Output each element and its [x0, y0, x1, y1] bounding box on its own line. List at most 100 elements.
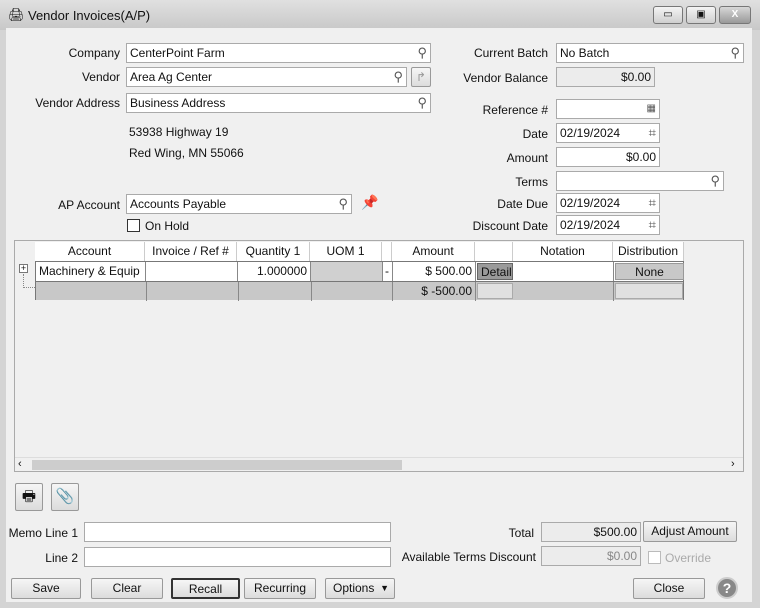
- ap-account-input[interactable]: Accounts Payable ⚲: [126, 194, 352, 214]
- override-label: Override: [665, 551, 712, 565]
- cell-notation[interactable]: [514, 262, 614, 281]
- date-due-value: 02/19/2024: [560, 196, 621, 210]
- column-quantity[interactable]: Quantity 1: [237, 242, 310, 261]
- tree-line: [23, 274, 35, 288]
- horizontal-scrollbar[interactable]: ‹ ›: [15, 457, 743, 471]
- clear-button[interactable]: Clear: [91, 578, 163, 599]
- help-button[interactable]: ?: [716, 577, 738, 599]
- app-icon: 🖨: [8, 7, 25, 22]
- ap-account-label: AP Account: [58, 198, 120, 212]
- vendor-address-input[interactable]: Business Address ⚲: [126, 93, 431, 113]
- total-row-amount: $ -500.00: [393, 282, 476, 301]
- terms-label: Terms: [515, 175, 548, 189]
- terms-input[interactable]: ⚲: [556, 171, 724, 191]
- total-distribution-cell: [615, 283, 683, 299]
- total-row: $ -500.00: [36, 281, 683, 301]
- current-batch-label: Current Batch: [473, 46, 548, 60]
- column-invoice[interactable]: Invoice / Ref #: [145, 242, 237, 261]
- memo1-label: Memo Line 1: [8, 526, 78, 540]
- maximize-button[interactable]: ▣: [686, 6, 716, 24]
- ap-account-value: Accounts Payable: [130, 197, 227, 211]
- vendor-balance-field: $0.00: [556, 67, 655, 87]
- calendar-number-icon[interactable]: ▦: [647, 101, 656, 116]
- column-uom[interactable]: UOM 1: [310, 242, 382, 261]
- search-icon[interactable]: ⚲: [710, 173, 720, 188]
- expand-row-icon[interactable]: +: [19, 264, 28, 273]
- amount-label: Amount: [506, 151, 548, 165]
- window-title: Vendor Invoices(A/P): [28, 8, 151, 23]
- grid-header: Account Invoice / Ref # Quantity 1 UOM 1…: [35, 242, 684, 261]
- date-due-label: Date Due: [497, 197, 548, 211]
- current-batch-value: No Batch: [560, 46, 610, 60]
- dropdown-arrow-icon: ▼: [380, 583, 389, 593]
- minimize-button[interactable]: ▭: [653, 6, 683, 24]
- date-value: 02/19/2024: [560, 126, 621, 140]
- recall-button[interactable]: Recall: [171, 578, 240, 599]
- column-distribution[interactable]: Distribution: [613, 242, 684, 261]
- printer-icon: 🖶: [21, 488, 37, 505]
- date-input[interactable]: 02/19/2024 ⌗: [556, 123, 660, 143]
- calendar-icon[interactable]: ⌗: [649, 125, 656, 140]
- column-notation[interactable]: Notation: [513, 242, 613, 261]
- options-label: Options: [333, 581, 375, 595]
- reference-input[interactable]: ▦: [556, 99, 660, 119]
- discount-date-value: 02/19/2024: [560, 218, 621, 232]
- cell-amount[interactable]: $ 500.00: [393, 262, 476, 281]
- search-icon[interactable]: ⚲: [730, 45, 740, 60]
- attach-button[interactable]: 📎: [51, 483, 79, 511]
- discount-date-label: Discount Date: [472, 219, 548, 233]
- detail-button[interactable]: Detail: [477, 263, 513, 280]
- cell-quantity[interactable]: 1.000000: [238, 262, 311, 281]
- vendor-label: Vendor: [81, 70, 120, 84]
- search-icon[interactable]: ⚲: [393, 69, 403, 84]
- vendor-input[interactable]: Area Ag Center ⚲: [126, 67, 407, 87]
- column-account[interactable]: Account: [35, 242, 145, 261]
- reference-label: Reference #: [482, 103, 548, 117]
- date-label: Date: [522, 127, 548, 141]
- column-blank: [382, 242, 392, 261]
- cell-invoice[interactable]: [146, 262, 238, 281]
- print-button[interactable]: 🖶: [15, 483, 43, 511]
- total-detail-cell: [477, 283, 513, 299]
- memo1-input[interactable]: [84, 522, 391, 542]
- scroll-right-icon[interactable]: ›: [731, 458, 735, 470]
- on-hold-checkbox[interactable]: [127, 219, 140, 232]
- calendar-icon[interactable]: ⌗: [649, 217, 656, 232]
- pin-icon[interactable]: 📌: [361, 194, 378, 211]
- column-amount[interactable]: Amount: [392, 242, 475, 261]
- cell-account[interactable]: Machinery & Equip: [36, 262, 146, 281]
- cell-uom[interactable]: [311, 262, 383, 281]
- override-checkbox[interactable]: [648, 551, 661, 564]
- adjust-amount-button[interactable]: Adjust Amount: [643, 521, 737, 542]
- scrollbar-thumb[interactable]: [32, 460, 402, 470]
- terms-discount-label: Available Terms Discount: [401, 550, 536, 564]
- close-window-button[interactable]: X: [719, 6, 751, 24]
- company-input[interactable]: CenterPoint Farm ⚲: [126, 43, 431, 63]
- amount-input[interactable]: $0.00: [556, 147, 660, 167]
- vendor-value: Area Ag Center: [130, 70, 213, 84]
- distribution-grid: Account Invoice / Ref # Quantity 1 UOM 1…: [14, 240, 744, 472]
- options-button[interactable]: Options ▼: [325, 578, 395, 599]
- total-field: $500.00: [541, 522, 641, 542]
- cell-dash: -: [383, 262, 393, 281]
- company-label: Company: [68, 46, 120, 60]
- distribution-button[interactable]: None: [615, 263, 684, 280]
- close-button[interactable]: Close: [633, 578, 705, 599]
- discount-date-input[interactable]: 02/19/2024 ⌗: [556, 215, 660, 235]
- vendor-address-value: Business Address: [130, 96, 226, 110]
- date-due-input[interactable]: 02/19/2024 ⌗: [556, 193, 660, 213]
- paperclip-icon: 📎: [55, 488, 75, 505]
- calendar-icon[interactable]: ⌗: [649, 195, 656, 210]
- memo2-input[interactable]: [84, 547, 391, 567]
- current-batch-input[interactable]: No Batch ⚲: [556, 43, 744, 63]
- total-label: Total: [508, 526, 534, 540]
- search-icon[interactable]: ⚲: [338, 196, 348, 211]
- save-button[interactable]: Save: [11, 578, 81, 599]
- address-line-2: Red Wing, MN 55066: [129, 146, 244, 160]
- recurring-button[interactable]: Recurring: [244, 578, 316, 599]
- on-hold-label: On Hold: [145, 219, 190, 233]
- scroll-left-icon[interactable]: ‹: [18, 458, 22, 470]
- address-line-1: 53938 Highway 19: [129, 125, 229, 139]
- table-row[interactable]: Machinery & Equip 1.000000 - $ 500.00 De…: [35, 261, 684, 301]
- vendor-balance-label: Vendor Balance: [463, 71, 548, 85]
